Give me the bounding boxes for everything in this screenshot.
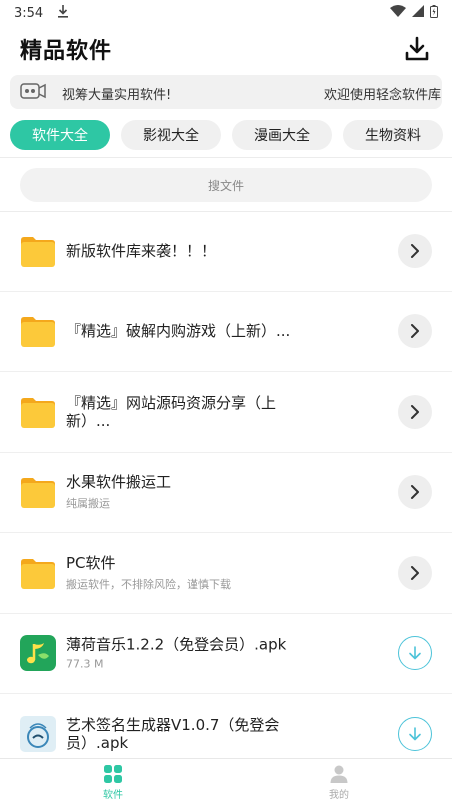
- page-title: 精品软件: [20, 39, 113, 64]
- list-item[interactable]: PC软件 搬运软件，不排除风险，谨慎下载: [0, 533, 452, 614]
- list-item[interactable]: 『精选』破解内购游戏（上新）...: [0, 292, 452, 372]
- folder-icon: [20, 233, 56, 269]
- user-icon: [330, 765, 348, 783]
- tab-comics[interactable]: 漫画大全: [232, 120, 332, 150]
- list-item[interactable]: 水果软件搬运工 纯属搬运: [0, 453, 452, 533]
- download-notification-icon: [57, 4, 69, 22]
- signature-app-icon: [20, 715, 56, 752]
- open-folder-button[interactable]: [398, 394, 432, 429]
- chevron-right-icon: [411, 404, 419, 419]
- open-folder-button[interactable]: [398, 233, 432, 268]
- folder-icon: [20, 313, 56, 349]
- signal-icon: [412, 5, 424, 21]
- chevron-right-icon: [411, 485, 419, 500]
- item-size: 77.3 M: [66, 657, 104, 671]
- nav-item-software[interactable]: 软件: [0, 759, 226, 805]
- folder-icon: [20, 555, 56, 591]
- file-list: 新版软件库来袭！！！ 『精选』破解内购游戏（上新）... 『精选』网站源码资源分…: [0, 211, 452, 775]
- nav-label: 软件: [103, 789, 123, 801]
- music-app-icon: [20, 635, 56, 672]
- chevron-right-icon: [411, 565, 419, 580]
- download-icon: [405, 36, 429, 61]
- open-folder-button[interactable]: [398, 475, 432, 510]
- nav-item-mine[interactable]: 我的: [226, 759, 452, 805]
- item-title: 薄荷音乐1.2.2（免登会员）.apk: [66, 635, 287, 654]
- open-folder-button[interactable]: [398, 314, 432, 349]
- folder-icon: [20, 474, 56, 510]
- divider: [0, 157, 452, 158]
- item-subtitle: 搬运软件，不排除风险，谨慎下载: [66, 577, 231, 591]
- item-title: 新版软件库来袭！！！: [66, 241, 217, 260]
- battery-icon: [430, 4, 438, 22]
- arrow-down-icon: [409, 726, 421, 741]
- list-item[interactable]: 薄荷音乐1.2.2（免登会员）.apk 77.3 M: [0, 614, 452, 694]
- download-button[interactable]: [398, 636, 432, 671]
- item-title: 『精选』破解内购游戏（上新）...: [66, 322, 291, 341]
- tab-software[interactable]: 软件大全: [10, 120, 110, 150]
- wifi-icon: [390, 5, 406, 21]
- item-title: PC软件: [66, 553, 116, 572]
- folder-icon: [20, 394, 56, 430]
- item-title: 水果软件搬运工: [66, 473, 172, 492]
- open-folder-button[interactable]: [398, 555, 432, 590]
- notice-marquee[interactable]: 视筹大量实用软件! 欢迎使用轻念软件库: [10, 75, 442, 109]
- chevron-right-icon: [411, 243, 419, 258]
- item-title: 『精选』网站源码资源分享（上新）...: [66, 393, 277, 430]
- app-header: 精品软件: [0, 26, 452, 72]
- tab-movies[interactable]: 影视大全: [121, 120, 221, 150]
- notice-text-secondary: 欢迎使用轻念软件库: [324, 88, 442, 103]
- search-input[interactable]: 搜文件: [20, 168, 432, 202]
- bottom-navigation: 软件 我的: [0, 758, 452, 805]
- announcement-icon: [18, 80, 48, 104]
- download-button[interactable]: [398, 716, 432, 751]
- category-tabs: 软件大全 影视大全 漫画大全 生物资料: [10, 120, 452, 152]
- arrow-down-icon: [409, 646, 421, 660]
- item-subtitle: 纯属搬运: [66, 497, 110, 511]
- list-item[interactable]: 新版软件库来袭！！！: [0, 211, 452, 292]
- nav-label: 我的: [329, 789, 349, 801]
- list-item[interactable]: 『精选』网站源码资源分享（上新）...: [0, 372, 452, 453]
- tab-biology[interactable]: 生物资料: [343, 120, 443, 150]
- item-title: 艺术签名生成器V1.0.7（免登会员）.apk: [66, 715, 280, 752]
- chevron-right-icon: [411, 324, 419, 339]
- status-time: 3:54: [14, 5, 44, 21]
- download-manager-button[interactable]: [402, 34, 432, 64]
- notice-text-primary: 视筹大量实用软件!: [62, 88, 172, 103]
- grid-icon: [104, 764, 122, 783]
- status-bar: 3:54: [0, 0, 452, 26]
